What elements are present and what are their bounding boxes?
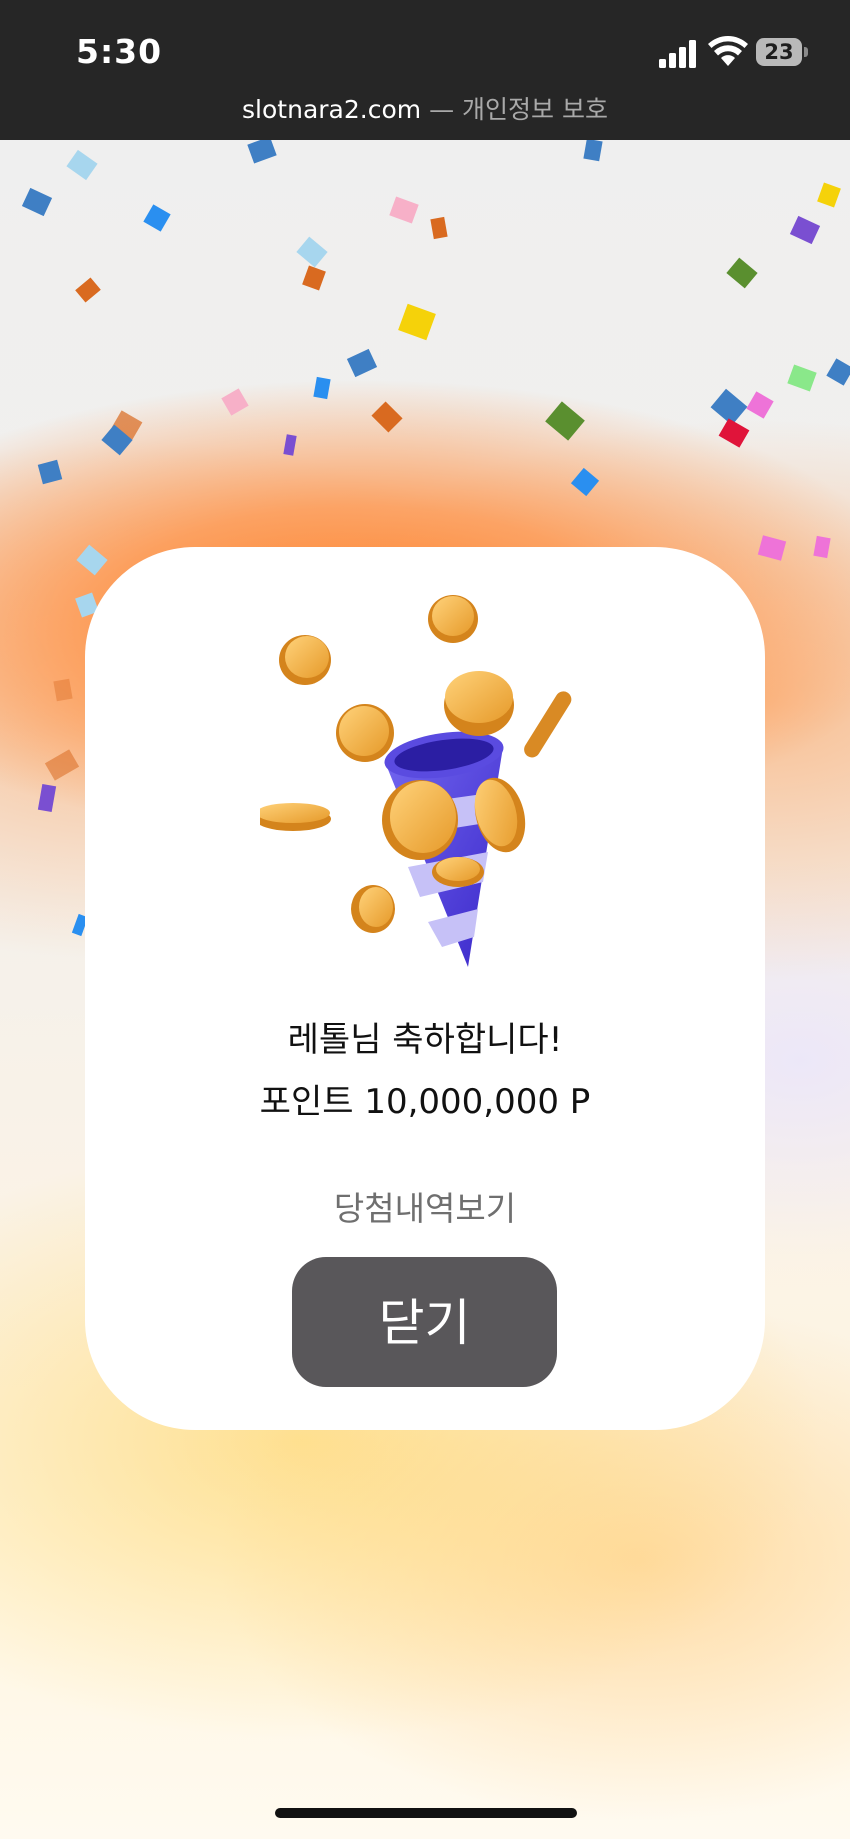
battery-icon: 23 bbox=[756, 38, 808, 68]
close-button[interactable]: 닫기 bbox=[292, 1257, 557, 1387]
url-bar[interactable]: slotnara2.com — 개인정보 보호 bbox=[0, 90, 850, 126]
coins-party-popper-icon bbox=[260, 595, 572, 967]
status-time: 5:30 bbox=[76, 32, 163, 71]
congrats-message: 레톨님 축하합니다! bbox=[287, 1020, 563, 1060]
privacy-label: 개인정보 보호 bbox=[462, 95, 608, 124]
view-history-link[interactable]: 당첨내역보기 bbox=[85, 1182, 765, 1230]
battery-level: 23 bbox=[756, 38, 802, 66]
points-amount: 포인트 10,000,000 P bbox=[259, 1082, 591, 1122]
url-separator: — bbox=[429, 95, 455, 124]
url-text: slotnara2.com bbox=[242, 95, 422, 124]
home-indicator[interactable] bbox=[275, 1808, 577, 1818]
status-bar: 5:30 23 slotnara2.com — 개인정보 보호 bbox=[0, 0, 850, 140]
reward-modal: 레톨님 축하합니다! 포인트 10,000,000 P 당첨내역보기 닫기 bbox=[85, 547, 765, 1430]
wifi-icon bbox=[708, 36, 748, 66]
signal-icon bbox=[659, 40, 696, 68]
